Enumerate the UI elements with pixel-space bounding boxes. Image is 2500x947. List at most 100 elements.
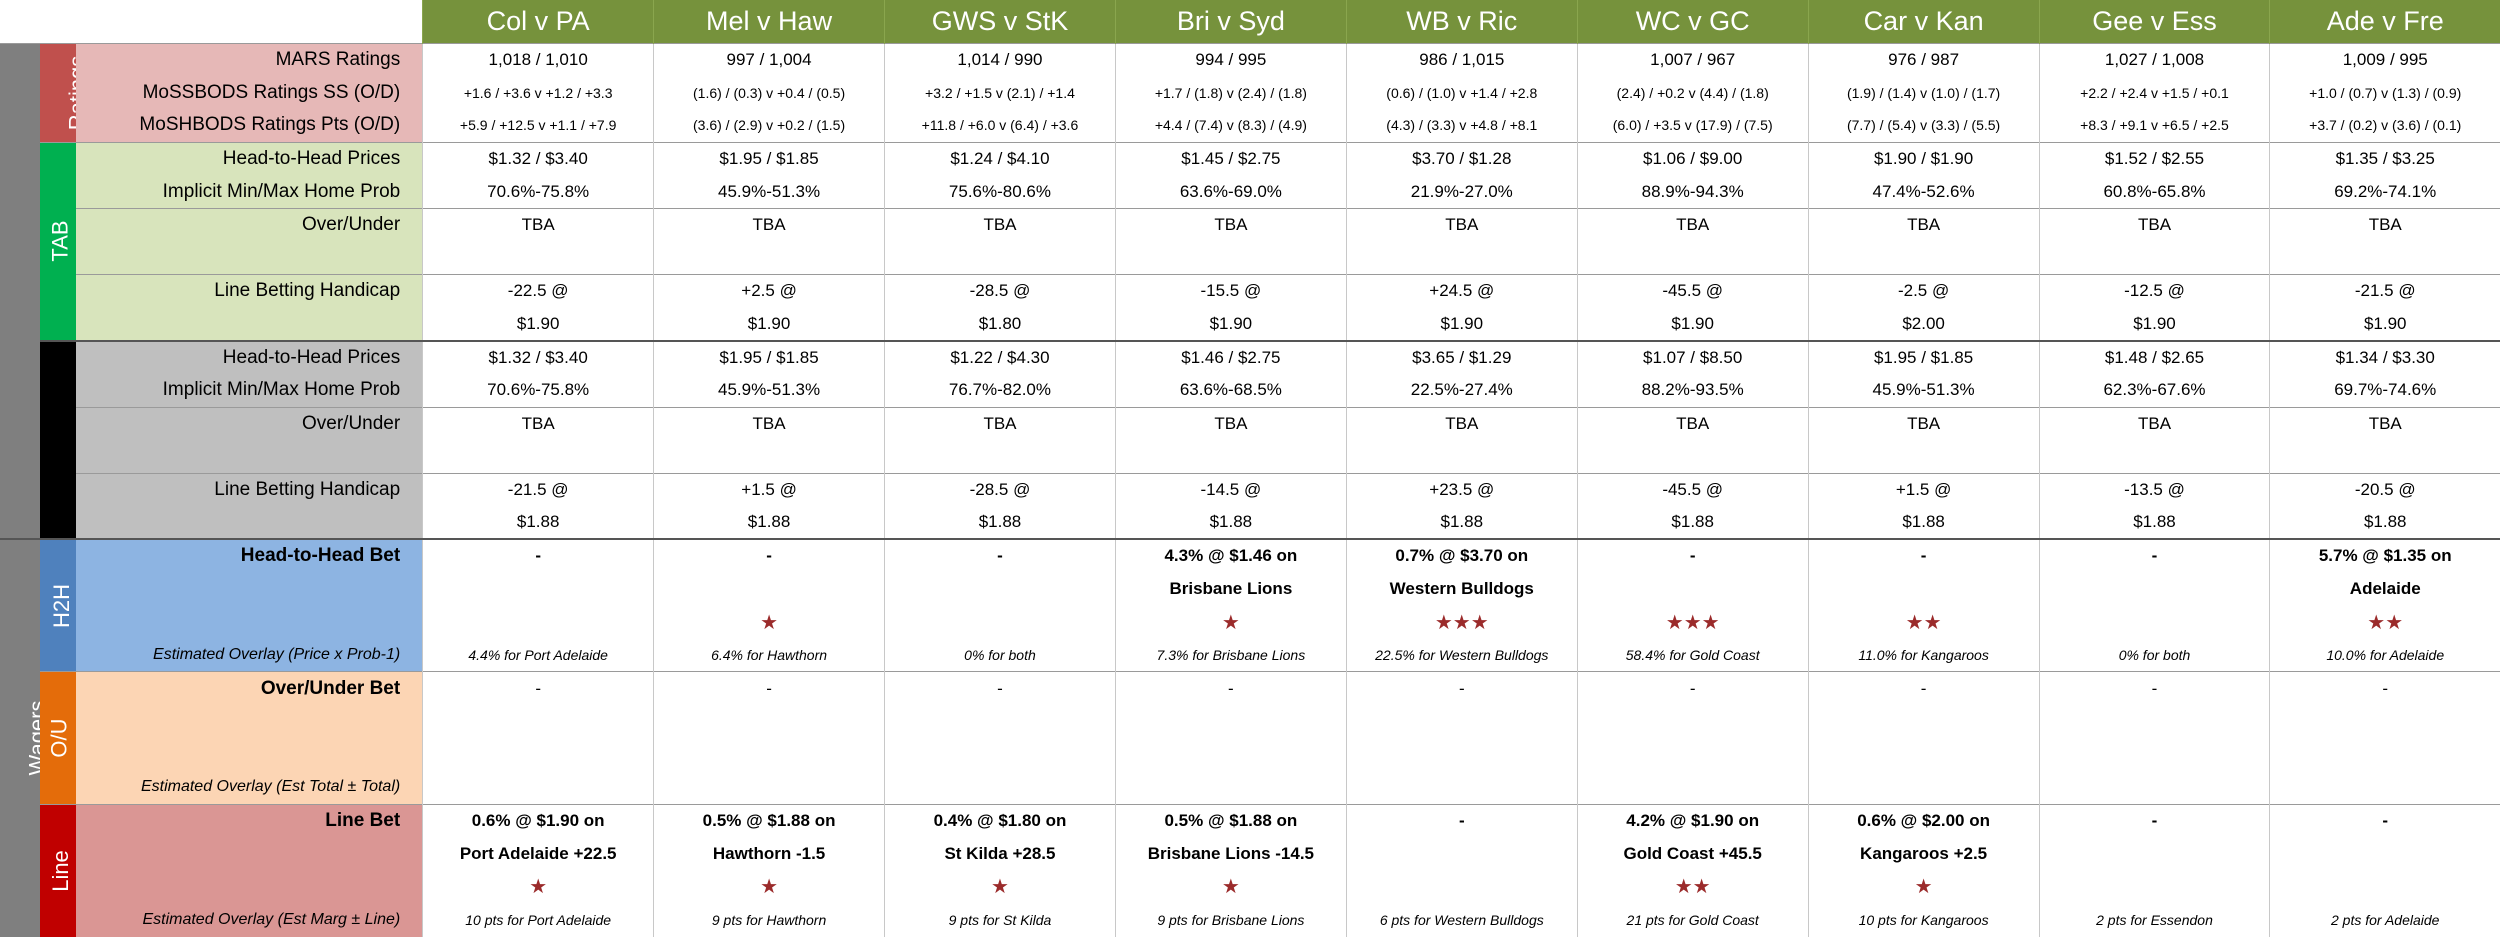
h2h_bet2-cell: Brisbane Lions (1114, 572, 1347, 606)
row-label-h2h_overlay: Estimated Overlay (Price x Prob-1) (76, 638, 423, 672)
tab_implicit-cell: 21.9%-27.0% (1345, 175, 1578, 209)
table-row: Ratings & Prices RatingsMARS Ratings1,018… (0, 42, 2500, 540)
cb_ou-cell: TBA (653, 406, 885, 441)
row-label-blank (76, 440, 423, 474)
tab_ou-cell: TBA (884, 207, 1116, 242)
line_bet1-cell: - (2038, 803, 2270, 838)
mars-cell: 1,027 / 1,008 (2038, 42, 2270, 77)
blank-cell (422, 440, 654, 474)
blank-cell (1807, 241, 2040, 275)
ou_bet-cell: - (884, 671, 1116, 705)
h2h_stars-cell: ★★ (2269, 605, 2500, 639)
cb_line-cell: +23.5 @ (1345, 472, 1578, 507)
blank-cell (1807, 771, 2040, 805)
line_bet1-cell: 0.5% @ $1.88 on (653, 803, 885, 838)
row-label-over_under: Over/Under (76, 406, 423, 441)
table-row: Line Line Bet 0.6% @ $1.90 on 0.5% @ $1.88 … (0, 803, 2500, 937)
ou_bet-cell: - (2269, 671, 2500, 705)
tab_implicit-cell: 60.8%-65.8% (2038, 175, 2270, 209)
tab_ou-cell: TBA (1345, 207, 1578, 242)
row-label-line_bet: Line Bet (76, 803, 423, 838)
mars-cell: 1,014 / 990 (884, 42, 1116, 77)
h2h_bet1-cell: - (884, 538, 1116, 573)
ou_bet-cell: - (653, 671, 885, 705)
table-row: Line Betting Handicap -21.5 @ +1.5 @ -28.5 … (0, 472, 2500, 507)
ou_bet-cell: - (2038, 671, 2270, 705)
blank-cell (1114, 440, 1347, 474)
tab_line-cell: -2.5 @ (1807, 274, 2040, 308)
cb_line-cell: -13.5 @ (2038, 472, 2270, 507)
row-label-mars: MARS Ratings (76, 42, 423, 77)
h2h_stars-cell: ★ (1114, 605, 1347, 639)
cb_line_price-cell: $1.88 (884, 506, 1116, 540)
row-label-h2h_bet: Head-to-Head Bet (76, 538, 423, 573)
tab_h2h-cell: $1.95 / $1.85 (653, 141, 885, 176)
tab_ou-cell: TBA (422, 207, 654, 242)
blank-cell (2038, 771, 2270, 805)
cb_line-cell: -21.5 @ (422, 472, 654, 507)
section-tab: TAB (40, 141, 77, 341)
line_overlay-cell: 2 pts for Adelaide (2269, 903, 2500, 937)
row-label-line_overlay: Estimated Overlay (Est Marg ± Line) (76, 903, 423, 937)
h2h_bet1-cell: - (422, 538, 654, 573)
tab_line-cell: -15.5 @ (1114, 274, 1347, 308)
moshbods-cell: (6.0) / +3.5 v (17.9) / (7.5) (1576, 109, 1809, 143)
blank-cell (884, 704, 1116, 738)
line_bet2-cell (2269, 837, 2500, 871)
table-row: Over/Under TBA TBA TBA TBA TBA TBA TBA TBA TBA (0, 207, 2500, 242)
row-label-line_handicap: Line Betting Handicap (76, 472, 423, 507)
tab_ou-cell: TBA (653, 207, 885, 242)
row-label-ou_overlay: Estimated Overlay (Est Total ± Total) (76, 771, 423, 805)
ou_bet-cell: - (422, 671, 654, 705)
row-label-blank (76, 307, 423, 341)
line_bet2-cell: St Kilda +28.5 (884, 837, 1116, 871)
match-header: WC v GC (1576, 0, 1809, 43)
blank-cell (2038, 440, 2270, 474)
h2h_bet1-cell: 5.7% @ $1.35 on (2269, 538, 2500, 573)
blank-cell (1576, 241, 1809, 275)
blank-cell (2269, 440, 2500, 474)
tab_ou-cell: TBA (1807, 207, 2040, 242)
row-label-ou_bet: Over/Under Bet (76, 671, 423, 705)
cb_line-cell: -20.5 @ (2269, 472, 2500, 507)
table-row (0, 241, 2500, 275)
blank-cell (1345, 704, 1578, 738)
blank-cell (653, 737, 885, 772)
line_bet2-cell (1345, 837, 1578, 871)
h2h_bet2-cell (653, 572, 885, 606)
cb_h2h-cell: $1.34 / $3.30 (2269, 339, 2500, 374)
cb_ou-cell: TBA (2269, 406, 2500, 441)
cb_h2h-cell: $1.95 / $1.85 (653, 339, 885, 374)
tab_ou-cell: TBA (1114, 207, 1347, 242)
table-row: ★ ★ ★ ★ ★★ ★ (0, 870, 2500, 904)
blank-cell (1114, 771, 1347, 805)
section-ratings-text: Ratings (64, 55, 77, 130)
h2h_overlay-cell: 7.3% for Brisbane Lions (1114, 638, 1347, 672)
blank-cell (884, 241, 1116, 275)
line_bet1-cell: 0.6% @ $2.00 on (1807, 803, 2040, 838)
cb_implicit-cell: 70.6%-75.8% (422, 373, 654, 408)
cb_ou-cell: TBA (884, 406, 1116, 441)
mossbods-cell: +1.6 / +3.6 v +1.2 / +3.3 (422, 76, 654, 110)
h2h_overlay-cell: 10.0% for Adelaide (2269, 638, 2500, 672)
h2h_bet1-cell: - (653, 538, 885, 573)
moshbods-cell: +3.7 / (0.2) v (3.6) / (0.1) (2269, 109, 2500, 143)
h2h_overlay-cell: 58.4% for Gold Coast (1576, 638, 1809, 672)
cb_ou-cell: TBA (422, 406, 654, 441)
h2h_overlay-cell: 22.5% for Western Bulldogs (1345, 638, 1578, 672)
blank-cell (1114, 704, 1347, 738)
mars-cell: 1,007 / 967 (1576, 42, 1809, 77)
line_bet1-cell: 0.4% @ $1.80 on (884, 803, 1116, 838)
mars-cell: 1,009 / 995 (2269, 42, 2500, 77)
h2h_overlay-cell: 4.4% for Port Adelaide (422, 638, 654, 672)
moshbods-cell: +11.8 / +6.0 v (6.4) / +3.6 (884, 109, 1116, 143)
row-label-blank (76, 605, 423, 639)
blank-cell (1345, 771, 1578, 805)
blank-cell (1807, 440, 2040, 474)
cb_implicit-cell: 76.7%-82.0% (884, 373, 1116, 408)
line_bet2-cell: Hawthorn -1.5 (653, 837, 885, 871)
cb_implicit-cell: 45.9%-51.3% (653, 373, 885, 408)
match-header: Car v Kan (1807, 0, 2040, 43)
mossbods-cell: (1.9) / (1.4) v (1.0) / (1.7) (1807, 76, 2040, 110)
blank-cell (2269, 771, 2500, 805)
